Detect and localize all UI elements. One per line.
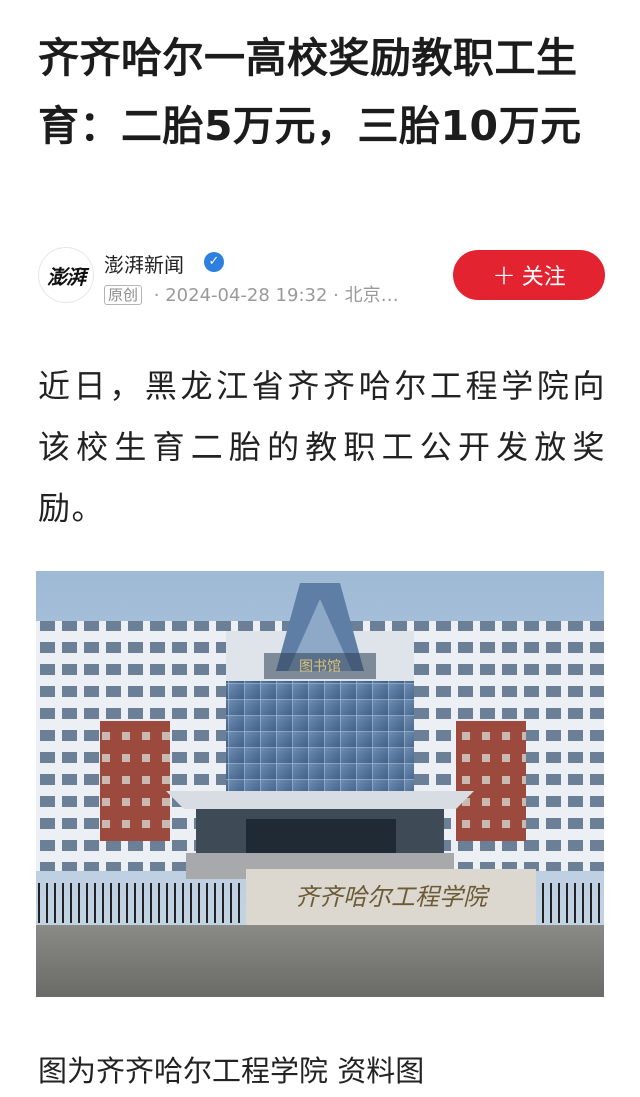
campus-building-photo[interactable]: 图书馆 齐齐哈尔工程学院 [36, 571, 604, 997]
meta-separator: · [333, 285, 339, 306]
roof-sign-text: 图书馆 [299, 659, 341, 675]
original-badge: 原创 [104, 285, 143, 305]
author-row: 澎湃 澎湃新闻 ✓ 原创 · 2024-04-28 19:32 · 北京… + … [38, 243, 610, 309]
follow-button[interactable]: + 关注 [453, 250, 605, 300]
publisher-name[interactable]: 澎湃新闻 [104, 249, 184, 278]
verified-check-icon: ✓ [204, 252, 224, 272]
meta-separator: · [153, 285, 160, 306]
campus-sign-text: 齐齐哈尔工程学院 [295, 883, 491, 911]
publish-time: 2024-04-28 19:32 [165, 285, 328, 306]
follow-label: 关注 [521, 265, 566, 290]
article-paragraph: 近日，黑龙江省齐齐哈尔工程学院向该校生育二胎的教职工公开发放奖励。 [38, 367, 606, 527]
publisher-avatar[interactable]: 澎湃 [38, 247, 94, 303]
article-title: 齐齐哈尔一高校奖励教职工生育：二胎5万元，三胎10万元 [38, 34, 582, 150]
image-caption: 图为齐齐哈尔工程学院 资料图 [38, 1054, 425, 1088]
plus-icon: + [492, 258, 516, 291]
publish-location: 北京… [344, 285, 399, 306]
article-meta: 原创 · 2024-04-28 19:32 · 北京… [104, 281, 399, 307]
avatar-logo-text: 澎湃 [47, 264, 86, 289]
